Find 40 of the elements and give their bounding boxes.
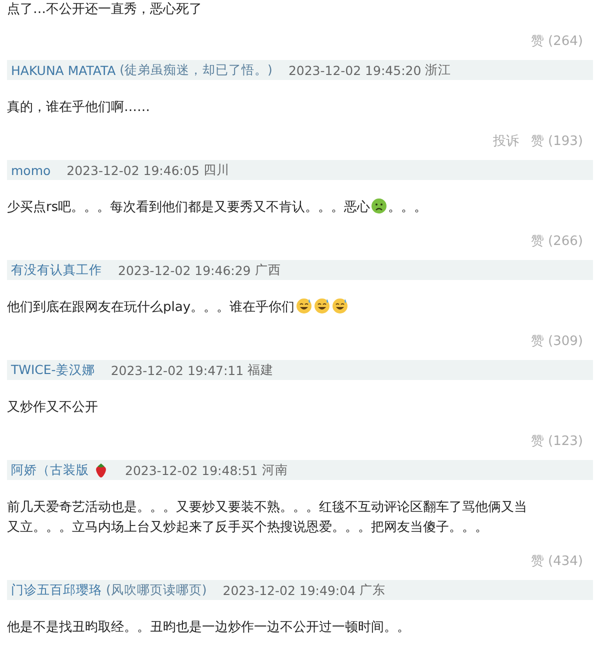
sick-face-icon [371,198,388,214]
comment-time: 2023-12-02 19:46:05 [66,162,200,178]
author-signature: (徒弟虽痴迷，却已了悟。) [120,62,272,78]
comment-text: 前几天爱奇艺活动也是。。。又要炒又要装不熟。。。红毯不互动评论区翻车了骂他俩又当又立。。。立马内场上台又炒起来了反手买个热搜说恩爱。。。把网友当傻子。。。 [7,500,527,535]
comment-time: 2023-12-02 19:49:04 [222,582,356,598]
comment-time: 2023-12-02 19:46:29 [118,262,251,278]
comment-location: 广西 [254,262,281,278]
comment-location: 福建 [248,362,274,378]
author-link[interactable]: HAKUNA MATATA [11,62,116,78]
report-link[interactable]: 投诉 [492,134,519,150]
like-link[interactable]: 赞 (123) [530,434,583,450]
comment-location: 四川 [203,162,230,178]
comment-time: 2023-12-02 19:45:20 [288,62,422,78]
sweat-smile-icon [296,298,312,314]
strawberry-icon [94,462,108,478]
sweat-smile-icon [314,298,330,314]
author-link[interactable]: 门诊五百邱璎珞 [11,582,102,598]
like-link[interactable]: 赞 (309) [530,334,583,350]
comment-text: 。。。 [388,200,428,215]
comment-text: 又炒作又不公开 [7,400,98,415]
like-link[interactable]: 赞 (434) [530,554,583,570]
author-link[interactable]: TWICE-姜汉娜 [11,362,95,378]
author-signature: (风吹哪页读哪页) [106,582,207,598]
comment-location: 浙江 [425,62,452,78]
comment-text: 点了…不公开还一直秀，恶心死了 [7,2,202,17]
sweat-smile-icon [332,298,348,314]
comment-text: 少买点rs吧。。。每次看到他们都是又要秀又不肯认。。。恶心 [7,200,370,215]
comment-time: 2023-12-02 19:47:11 [110,362,244,378]
author-link[interactable]: 有没有认真工作 [11,262,102,278]
comment-location: 广东 [360,582,386,598]
comment-text: 他是不是找丑昀取经。。丑昀也是一边炒作一边不公开过一顿时间。。 [7,620,410,635]
author-link[interactable]: momo [11,162,51,178]
comment-location: 河南 [262,462,288,478]
author-link[interactable]: 阿娇（古装版 [11,462,89,478]
comment-text: 真的，谁在乎他们啊…… [7,100,150,115]
comment-text: 他们到底在跟网友在玩什么play。。。谁在乎你们 [7,300,295,315]
like-link[interactable]: 赞 (264) [530,34,583,50]
comment-time: 2023-12-02 19:48:51 [125,462,258,478]
like-link[interactable]: 赞 (193) [530,134,583,150]
like-link[interactable]: 赞 (266) [530,234,583,250]
